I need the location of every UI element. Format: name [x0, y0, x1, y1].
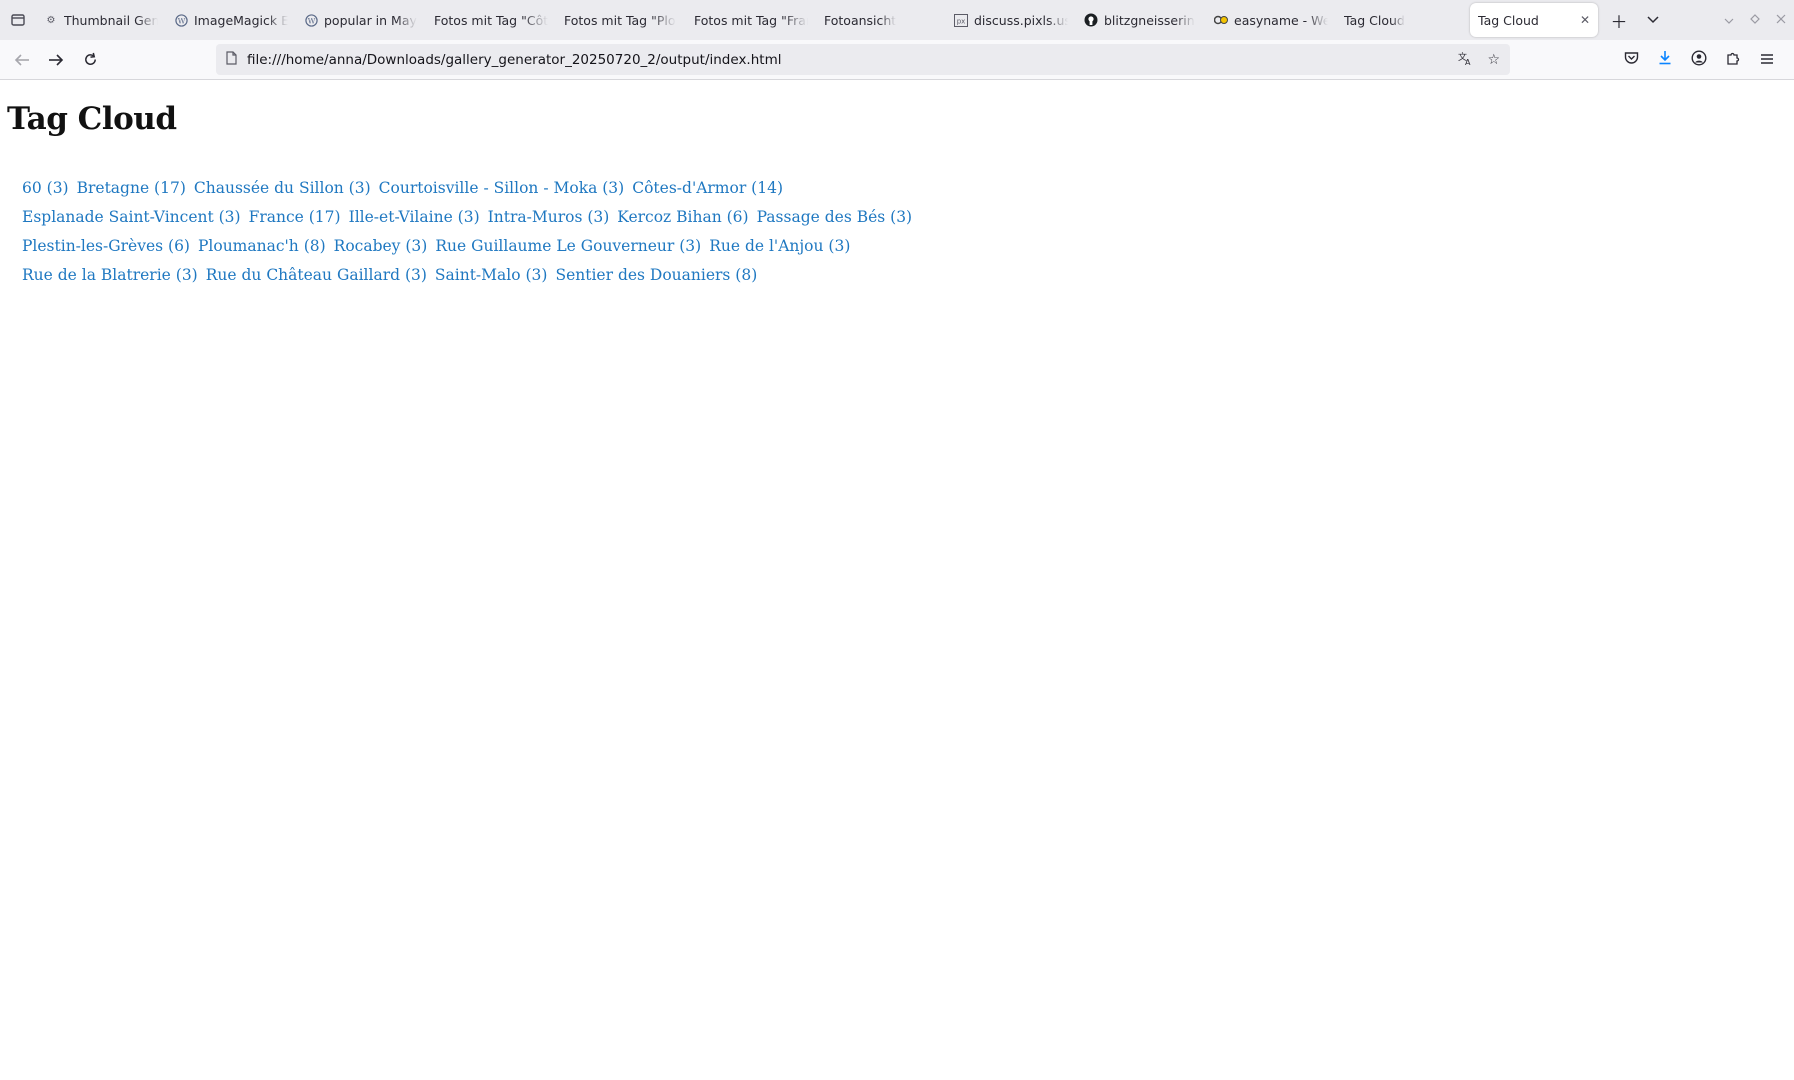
bookmark-star-icon[interactable]: ☆	[1487, 52, 1500, 68]
tab-tag-cloud-active[interactable]: Tag Cloud ✕	[1470, 3, 1598, 37]
close-window-icon[interactable]	[1768, 13, 1794, 27]
new-tab-icon[interactable]: ＋	[1602, 0, 1636, 40]
tab-title: blitzgneisserin	[1104, 12, 1195, 28]
tag-cloud-line: Rue de la Blatrerie (3) Rue du Château Ga…	[22, 261, 902, 290]
minimize-icon[interactable]	[1716, 13, 1742, 27]
close-tab-icon[interactable]: ✕	[1580, 13, 1590, 27]
back-icon[interactable]	[5, 44, 39, 76]
svg-text:px: px	[957, 17, 966, 25]
tab-title: Fotos mit Tag "Côt	[434, 12, 548, 28]
tab-title: Thumbnail Gen	[64, 12, 158, 28]
tab-strip: ⚙ Thumbnail Gen W ImageMagick E W popula…	[0, 0, 1794, 40]
tab-fotoansicht[interactable]: Fotoansicht	[816, 0, 946, 40]
tag-link[interactable]: Passage des Bés (3)	[757, 208, 913, 226]
downloads-icon[interactable]	[1648, 50, 1682, 69]
tag-link[interactable]: Rue de la Blatrerie (3)	[22, 266, 198, 284]
tab-title: ImageMagick E	[194, 12, 288, 28]
tab-title: Fotos mit Tag "Fran	[694, 12, 808, 28]
wordpress-icon: W	[174, 13, 188, 27]
address-bar[interactable]: file:///home/anna/Downloads/gallery_gene…	[216, 44, 1510, 75]
tag-cloud-line: Plestin-les-Grèves (6) Ploumanac'h (8) Roc…	[22, 232, 902, 261]
tag-link[interactable]: Ille-et-Vilaine (3)	[349, 208, 480, 226]
page-content: Tag Cloud 60 (3) Bretagne (17) Chaussée du…	[0, 80, 1794, 1080]
menu-icon[interactable]	[1750, 51, 1784, 69]
tag-link[interactable]: 60 (3)	[22, 179, 69, 197]
translate-icon[interactable]: 文A	[1457, 50, 1473, 70]
tag-link[interactable]: Rue du Château Gaillard (3)	[206, 266, 427, 284]
tab-thumbnail-gen[interactable]: ⚙ Thumbnail Gen	[36, 0, 166, 40]
pocket-icon[interactable]	[1614, 51, 1648, 69]
gear-icon: ⚙	[46, 14, 56, 26]
tag-cloud-line: 60 (3) Bretagne (17) Chaussée du Sillon (3…	[22, 174, 902, 203]
firefox-view-icon[interactable]	[0, 0, 36, 40]
tag-link[interactable]: Kercoz Bihan (6)	[617, 208, 748, 226]
tab-discuss-pixls[interactable]: px discuss.pixls.us	[946, 0, 1076, 40]
tab-fotos-cotes[interactable]: Fotos mit Tag "Côt	[426, 0, 556, 40]
tab-fotos-plo[interactable]: Fotos mit Tag "Plo	[556, 0, 686, 40]
page-title: Tag Cloud	[7, 101, 177, 137]
tag-link[interactable]: Côtes-d'Armor (14)	[632, 179, 783, 197]
tag-link[interactable]: Ploumanac'h (8)	[198, 237, 326, 255]
reload-icon[interactable]	[73, 44, 107, 76]
tag-link[interactable]: Rocabey (3)	[334, 237, 428, 255]
tab-tag-cloud-inactive[interactable]: Tag Cloud	[1336, 0, 1466, 40]
tag-link[interactable]: Intra-Muros (3)	[488, 208, 610, 226]
tab-popular-in-may[interactable]: W popular in May	[296, 0, 426, 40]
extensions-icon[interactable]	[1716, 50, 1750, 69]
forward-icon[interactable]	[39, 44, 73, 76]
window-controls	[1716, 0, 1794, 40]
pixls-icon: px	[954, 13, 968, 27]
svg-text:W: W	[177, 16, 185, 25]
tag-link[interactable]: France (17)	[249, 208, 341, 226]
tag-link[interactable]: Plestin-les-Grèves (6)	[22, 237, 190, 255]
tag-link[interactable]: Rue Guillaume Le Gouverneur (3)	[435, 237, 701, 255]
tag-cloud-line: Esplanade Saint-Vincent (3) France (17) Il…	[22, 203, 912, 232]
tab-easyname[interactable]: easyname - We	[1206, 0, 1336, 40]
tab-title: Fotos mit Tag "Plo	[564, 12, 676, 28]
account-icon[interactable]	[1682, 49, 1716, 70]
tab-title: easyname - We	[1234, 12, 1328, 28]
tag-link[interactable]: Courtoisville - Sillon - Moka (3)	[379, 179, 625, 197]
easyname-icon	[1214, 13, 1228, 27]
tab-imagemagick[interactable]: W ImageMagick E	[166, 0, 296, 40]
maximize-icon[interactable]	[1742, 13, 1768, 27]
tag-link[interactable]: Chaussée du Sillon (3)	[194, 179, 371, 197]
tag-link[interactable]: Saint-Malo (3)	[435, 266, 548, 284]
tab-title: Fotoansicht	[824, 12, 897, 28]
url-text[interactable]: file:///home/anna/Downloads/gallery_gene…	[247, 52, 1443, 68]
toolbar-right	[1614, 44, 1784, 75]
page-icon	[226, 50, 237, 69]
wordpress-icon: W	[304, 13, 318, 27]
tab-title: popular in May	[324, 12, 417, 28]
tag-link[interactable]: Sentier des Douaniers (8)	[555, 266, 757, 284]
list-all-tabs-icon[interactable]	[1636, 0, 1670, 40]
tab-list: ⚙ Thumbnail Gen W ImageMagick E W popula…	[36, 0, 1602, 40]
navigation-toolbar: file:///home/anna/Downloads/gallery_gene…	[0, 40, 1794, 80]
tab-github-blitzgneisserin[interactable]: blitzgneisserin	[1076, 0, 1206, 40]
tab-title: Tag Cloud	[1344, 12, 1405, 28]
tab-title: Tag Cloud	[1478, 12, 1539, 28]
tag-cloud: 60 (3) Bretagne (17) Chaussée du Sillon (3…	[22, 174, 912, 290]
svg-text:W: W	[307, 16, 315, 25]
tab-fotos-fran[interactable]: Fotos mit Tag "Fran	[686, 0, 816, 40]
svg-text:A: A	[1465, 58, 1471, 66]
tag-link[interactable]: Bretagne (17)	[77, 179, 186, 197]
tag-link[interactable]: Esplanade Saint-Vincent (3)	[22, 208, 241, 226]
github-icon	[1084, 13, 1098, 27]
tag-link[interactable]: Rue de l'Anjou (3)	[709, 237, 850, 255]
tab-title: discuss.pixls.us	[974, 12, 1068, 28]
